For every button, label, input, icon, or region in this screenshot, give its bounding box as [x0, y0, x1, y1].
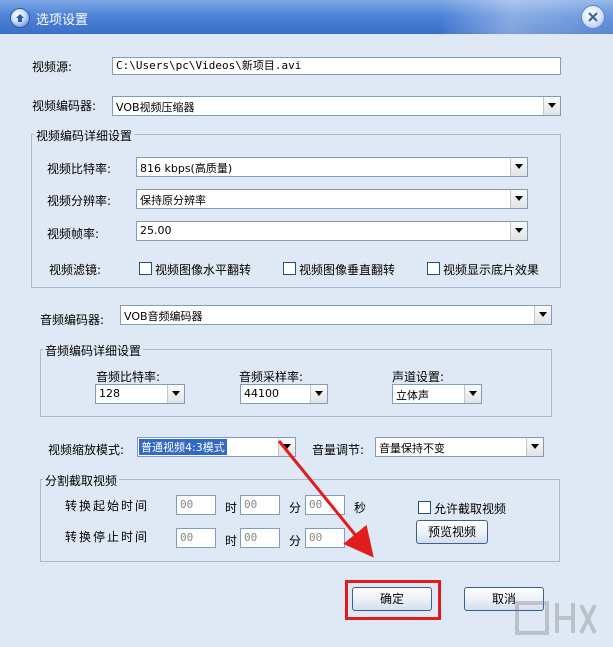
- video-bitrate-select[interactable]: 816 kbps(高质量): [136, 157, 528, 177]
- start-second-input[interactable]: 00: [305, 495, 345, 515]
- video-framerate-label: 视频帧率:: [47, 227, 100, 241]
- video-source-field[interactable]: C:\Users\pc\Videos\新项目.avi: [112, 57, 561, 75]
- audio-encoder-select[interactable]: VOB音频编码器: [120, 305, 552, 325]
- audio-samplerate-value: 44100: [244, 387, 279, 400]
- negative-label: 视频显示底片效果: [443, 263, 540, 277]
- video-filter-label: 视频滤镜:: [49, 263, 102, 277]
- stop-hour-unit: 时: [225, 534, 238, 548]
- audio-samplerate-select[interactable]: 44100: [240, 384, 328, 404]
- preview-button[interactable]: 预览视频: [416, 520, 488, 544]
- allow-split-label: 允许截取视频: [434, 502, 507, 516]
- start-minute-input[interactable]: 00: [240, 495, 280, 515]
- chevron-down-icon[interactable]: [510, 158, 527, 176]
- allow-split-checkbox[interactable]: [418, 501, 431, 514]
- window-title: 选项设置: [36, 13, 89, 28]
- close-button[interactable]: [581, 5, 605, 29]
- hflip-label: 视频图像水平翻转: [155, 263, 252, 277]
- chevron-down-icon[interactable]: [464, 385, 481, 403]
- video-detail-legend: 视频编码详细设置: [34, 127, 135, 144]
- start-time-label: 转换起始时间: [65, 499, 150, 513]
- video-resolution-select[interactable]: 保持原分辨率: [136, 189, 528, 209]
- close-icon: [588, 12, 598, 22]
- scale-mode-select[interactable]: 普通视频4:3模式: [137, 437, 296, 457]
- audio-bitrate-value: 128: [99, 387, 120, 400]
- audio-channel-value: 立体声: [396, 389, 429, 402]
- start-hour-input[interactable]: 00: [176, 495, 216, 515]
- watermark-logo-icon: [515, 601, 597, 635]
- ok-highlight-box: [345, 580, 441, 620]
- chevron-down-icon[interactable]: [278, 438, 295, 456]
- stop-second-input[interactable]: 00: [305, 528, 345, 548]
- stop-minute-unit: 分: [289, 534, 302, 548]
- volume-value: 音量保持不变: [379, 442, 445, 455]
- video-resolution-value: 保持原分辨率: [140, 194, 206, 207]
- audio-encoder-label: 音频编码器:: [40, 313, 105, 327]
- video-framerate-value: 25.00: [140, 224, 172, 237]
- audio-samplerate-label: 音频采样率:: [239, 370, 304, 384]
- start-hour-unit: 时: [225, 501, 238, 515]
- stop-second-unit: 秒: [354, 534, 367, 548]
- start-second-unit: 秒: [354, 501, 367, 515]
- chevron-down-icon[interactable]: [526, 438, 543, 456]
- stop-hour-input[interactable]: 00: [176, 528, 216, 548]
- stop-time-label: 转换停止时间: [65, 530, 150, 544]
- app-logo-icon: [10, 8, 30, 28]
- video-framerate-select[interactable]: 25.00: [136, 221, 528, 241]
- chevron-down-icon[interactable]: [534, 306, 551, 324]
- video-resolution-label: 视频分辨率:: [47, 194, 112, 208]
- title-bar[interactable]: 选项设置: [0, 0, 613, 34]
- volume-label: 音量调节:: [312, 443, 365, 457]
- start-minute-unit: 分: [289, 501, 302, 515]
- volume-select[interactable]: 音量保持不变: [375, 437, 544, 457]
- scale-mode-value: 普通视频4:3模式: [139, 439, 227, 455]
- video-encoder-label: 视频编码器:: [32, 99, 97, 113]
- options-dialog: 选项设置 视频源: C:\Users\pc\Videos\新项目.avi 视频编…: [0, 0, 613, 647]
- split-legend: 分割截取视频: [43, 472, 120, 489]
- audio-bitrate-select[interactable]: 128: [95, 384, 185, 404]
- stop-minute-input[interactable]: 00: [240, 528, 280, 548]
- video-bitrate-label: 视频比特率:: [47, 162, 112, 176]
- chevron-down-icon[interactable]: [543, 97, 560, 115]
- audio-channel-label: 声道设置:: [392, 370, 445, 384]
- vflip-label: 视频图像垂直翻转: [299, 263, 396, 277]
- video-encoder-select[interactable]: VOB视频压缩器: [112, 96, 561, 116]
- chevron-down-icon[interactable]: [510, 190, 527, 208]
- audio-channel-select[interactable]: 立体声: [392, 384, 482, 404]
- audio-encoder-value: VOB音频编码器: [124, 310, 203, 323]
- hflip-checkbox[interactable]: [139, 262, 152, 275]
- video-source-label: 视频源:: [32, 60, 73, 74]
- video-encoder-value: VOB视频压缩器: [116, 101, 195, 114]
- vflip-checkbox[interactable]: [283, 262, 296, 275]
- chevron-down-icon[interactable]: [510, 222, 527, 240]
- negative-checkbox[interactable]: [427, 262, 440, 275]
- audio-detail-legend: 音频编码详细设置: [43, 342, 144, 359]
- audio-bitrate-label: 音频比特率:: [96, 370, 161, 384]
- chevron-down-icon[interactable]: [167, 385, 184, 403]
- scale-mode-label: 视频缩放模式:: [48, 443, 125, 457]
- video-bitrate-value: 816 kbps(高质量): [140, 162, 233, 175]
- chevron-down-icon[interactable]: [310, 385, 327, 403]
